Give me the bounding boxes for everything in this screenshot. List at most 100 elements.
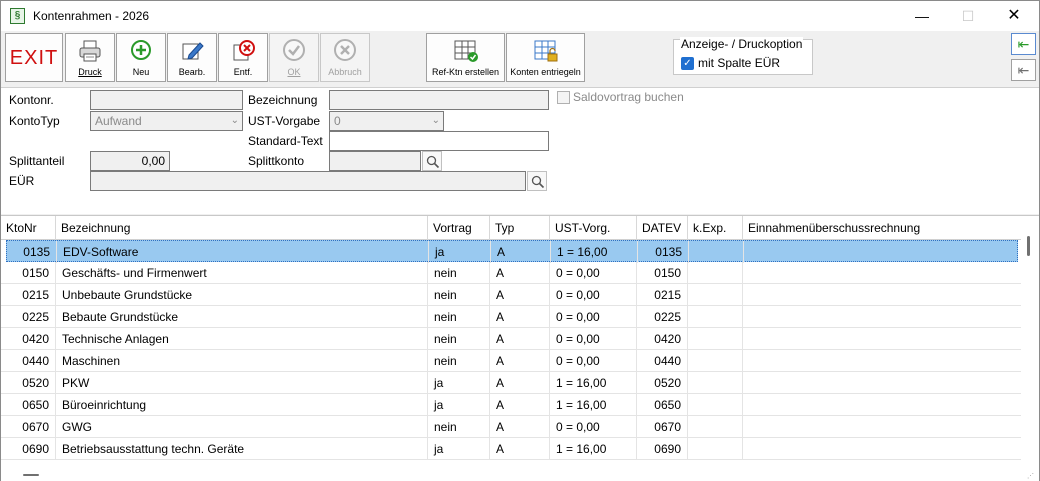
cell-k-exp (688, 328, 743, 350)
cell-vortrag: ja (429, 241, 491, 263)
chevron-down-icon: ⌄ (431, 115, 440, 126)
bezeichnung-label: Bezeichnung (248, 93, 318, 107)
cell-eur (743, 306, 1021, 328)
standard-text-field[interactable] (329, 131, 549, 151)
ust-vorgabe-value: 0 (334, 114, 341, 128)
cell-ust-vorg: 1 = 16,00 (551, 241, 638, 263)
column-header-datev[interactable]: DATEV (637, 216, 688, 240)
ust-vorgabe-select[interactable]: 0 ⌄ (329, 111, 444, 131)
print-label: Druck (78, 67, 102, 77)
konten-entriegeln-label: Konten entriegeln (510, 67, 581, 77)
column-header-k-exp[interactable]: k.Exp. (688, 216, 743, 240)
saldovortrag-label: Saldovortrag buchen (573, 90, 684, 104)
vertical-scrollbar-thumb[interactable] (1027, 236, 1030, 256)
table-row[interactable]: 0690 Betriebsausstattung techn. Geräte ja A… (1, 438, 1021, 460)
cell-ktonr: 0150 (1, 262, 56, 284)
table-row[interactable]: 0650 Büroeinrichtung ja A 1 = 16,00 0650 (1, 394, 1021, 416)
cell-vortrag: ja (428, 372, 490, 394)
ok-label: OK (287, 67, 301, 77)
title-bar: § Kontenrahmen - 2026 — ☐ ✕ (1, 1, 1039, 31)
table-row[interactable]: 0520 PKW ja A 1 = 16,00 0520 (1, 372, 1021, 394)
vertical-scrollbar[interactable] (1021, 216, 1039, 466)
cell-datev: 0650 (637, 394, 688, 416)
kontenrahmen-window: § Kontenrahmen - 2026 — ☐ ✕ EXIT Druck N… (0, 0, 1040, 481)
cell-bezeichnung: Betriebsausstattung techn. Geräte (56, 438, 428, 460)
delete-icon (231, 39, 255, 66)
horizontal-scrollbar-thumb[interactable] (23, 474, 39, 476)
kontonr-field[interactable] (90, 90, 243, 110)
splittkonto-search-button[interactable] (422, 151, 442, 171)
cell-typ: A (490, 306, 550, 328)
cell-ktonr: 0215 (1, 284, 56, 306)
options-legend: Anzeige- / Druckoption (680, 37, 804, 51)
column-header-ktonr[interactable]: KtoNr (1, 216, 56, 240)
table-row[interactable]: 0215 Unbebaute Grundstücke nein A 0 = 0,00 02… (1, 284, 1021, 306)
bezeichnung-field[interactable] (329, 90, 549, 110)
column-header-typ[interactable]: Typ (490, 216, 550, 240)
display-print-options: Anzeige- / Druckoption ✓ mit Spalte EÜR (673, 37, 813, 75)
column-header-bezeichnung[interactable]: Bezeichnung (56, 216, 428, 240)
table-row[interactable]: 0670 GWG nein A 0 = 0,00 0670 (1, 416, 1021, 438)
table-row[interactable]: 0150 Geschäfts- und Firmenwert nein A 0 = 0,… (1, 262, 1021, 284)
cell-typ: A (490, 372, 550, 394)
cell-ust-vorg: 0 = 0,00 (550, 350, 637, 372)
cell-typ: A (490, 328, 550, 350)
table-row[interactable]: 0225 Bebaute Grundstücke nein A 0 = 0,00 0225 (1, 306, 1021, 328)
cell-bezeichnung: Bebaute Grundstücke (56, 306, 428, 328)
column-header-eur[interactable]: Einnahmenüberschussrechnung (743, 216, 1021, 240)
check-icon (282, 39, 306, 66)
eur-column-checkbox-label[interactable]: mit Spalte EÜR (698, 56, 780, 70)
new-button[interactable]: Neu (116, 33, 166, 82)
cell-eur (743, 350, 1021, 372)
ok-button[interactable]: OK (269, 33, 319, 82)
eur-column-checkbox[interactable]: ✓ (681, 57, 694, 70)
table-row[interactable]: 0420 Technische Anlagen nein A 0 = 0,00 0420 (1, 328, 1021, 350)
cell-bezeichnung: Büroeinrichtung (56, 394, 428, 416)
delete-button[interactable]: Entf. (218, 33, 268, 82)
cell-vortrag: nein (428, 284, 490, 306)
cell-k-exp (688, 350, 743, 372)
edit-label: Bearb. (178, 67, 206, 77)
cell-datev: 0520 (637, 372, 688, 394)
print-button[interactable]: Druck (65, 33, 115, 82)
ust-vorgabe-label: UST-Vorgabe (248, 114, 321, 128)
ref-ktn-erstellen-button[interactable]: Ref-Ktn erstellen (426, 33, 505, 82)
horizontal-scrollbar[interactable]: ⋰ (1, 466, 1039, 481)
table-row[interactable]: 0135 EDV-Software ja A 1 = 16,00 0135 (6, 240, 1018, 263)
kontotyp-select[interactable]: Aufwand ⌄ (90, 111, 243, 131)
cell-k-exp (688, 372, 743, 394)
column-header-vortrag[interactable]: Vortrag (428, 216, 490, 240)
edit-button[interactable]: Bearb. (167, 33, 217, 82)
exit-button[interactable]: EXIT (5, 33, 63, 82)
account-form: Kontonr. Bezeichnung Saldovortrag buchen… (1, 87, 1039, 214)
resize-grip-icon[interactable]: ⋰ (1027, 472, 1035, 480)
exit-label: EXIT (9, 47, 59, 69)
search-icon (426, 155, 440, 169)
splittanteil-field[interactable]: 0,00 (90, 151, 170, 171)
grid-lock-icon (533, 39, 559, 66)
cell-ktonr: 0650 (1, 394, 56, 416)
eur-field[interactable] (90, 171, 526, 191)
column-header-ust-vorg[interactable]: UST-Vorg. (550, 216, 637, 240)
konten-entriegeln-button[interactable]: Konten entriegeln (506, 33, 585, 82)
table-row[interactable]: 0440 Maschinen nein A 0 = 0,00 0440 (1, 350, 1021, 372)
arrow-left-dock-icon[interactable]: ⇤ (1011, 33, 1036, 55)
cell-ktonr: 0440 (1, 350, 56, 372)
window-title: Kontenrahmen - 2026 (33, 9, 150, 23)
close-button[interactable]: ✕ (991, 1, 1037, 31)
chevron-down-icon: ⌄ (230, 115, 239, 126)
cell-eur (743, 328, 1021, 350)
saldovortrag-checkbox[interactable] (557, 91, 570, 104)
cell-typ: A (491, 241, 551, 263)
ref-ktn-erstellen-label: Ref-Ktn erstellen (431, 67, 500, 77)
eur-label: EÜR (9, 174, 35, 188)
eur-search-button[interactable] (527, 171, 547, 191)
splittkonto-field[interactable] (329, 151, 421, 171)
cancel-button[interactable]: Abbruch (320, 33, 370, 82)
minimize-button[interactable]: — (899, 1, 945, 31)
cell-bezeichnung: PKW (56, 372, 428, 394)
cell-ktonr: 0225 (1, 306, 56, 328)
maximize-button[interactable]: ☐ (945, 1, 991, 31)
cell-bezeichnung: Technische Anlagen (56, 328, 428, 350)
arrow-left-undock-icon[interactable]: ⇤ (1011, 59, 1036, 81)
